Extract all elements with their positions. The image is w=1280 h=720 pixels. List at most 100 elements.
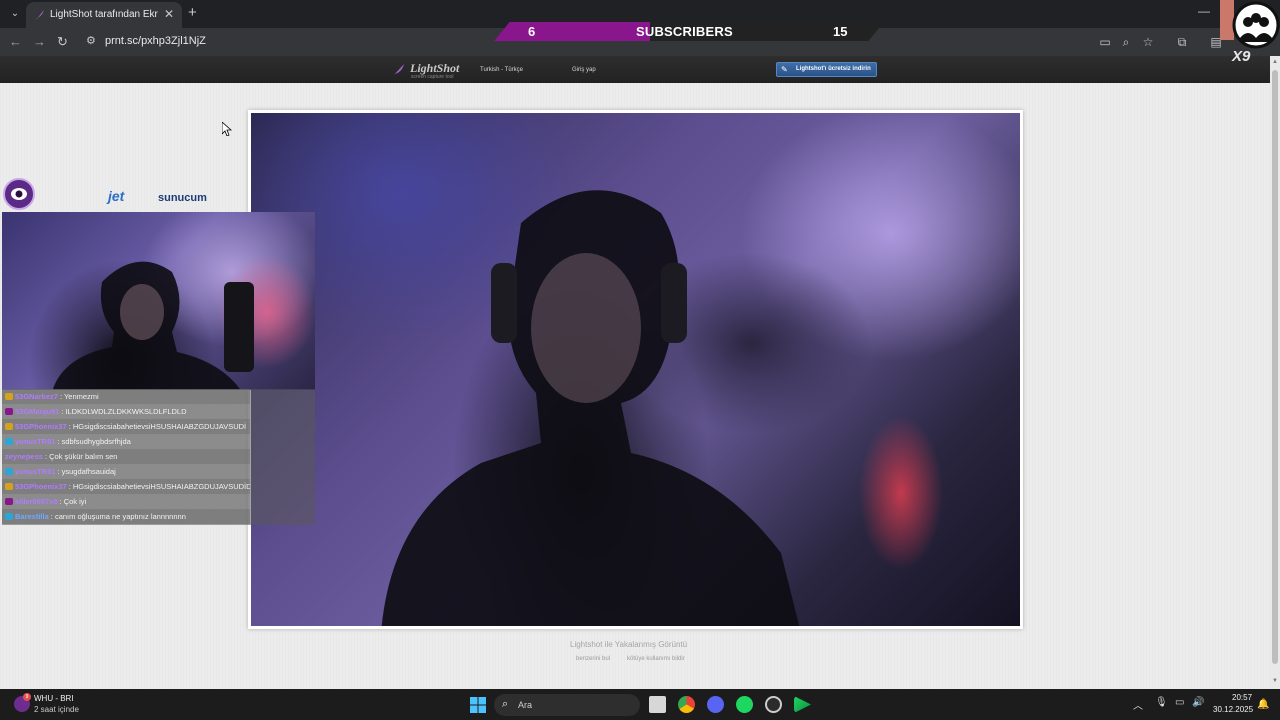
chat-message: 53GNarkez7: Yenmezmi	[2, 389, 250, 404]
chat-message: yunusTR61: ysugdafhsauidaj	[2, 464, 250, 479]
minimize-window-button[interactable]: —	[1198, 4, 1210, 18]
logo-subtitle: screen capture tool	[411, 74, 454, 80]
chat-message: killer0697x8: Çok iyi	[2, 494, 250, 509]
webcam-streamer-silhouette	[52, 261, 241, 390]
chat-badge-icon	[5, 438, 13, 445]
search-icon: ⌕	[502, 698, 509, 710]
chat-badge-icon	[5, 393, 13, 400]
windows-taskbar: 9 WHU - BRI 2 saat içinde ⌕ Ara ︿ 🎙 ▭ 🔊 …	[0, 689, 1280, 720]
chat-badge-icon	[5, 408, 13, 415]
microphone	[224, 282, 254, 372]
chat-badge-icon	[5, 483, 13, 490]
clock-date[interactable]: 30.12.2025	[1213, 705, 1253, 714]
chat-message: 53GPhoenix37: HGsigdiscsiabahetievsiHSUS…	[2, 419, 250, 434]
active-tab[interactable]: LightShot tarafından Ekran Görü ✕	[26, 2, 182, 28]
channel-eye-logo-icon	[3, 178, 35, 210]
login-link[interactable]: Giriş yap	[572, 67, 596, 73]
chat-badge-icon	[5, 468, 13, 475]
clock-time[interactable]: 20:57	[1232, 693, 1252, 702]
lightshot-header: LightShot screen capture tool Turkish - …	[0, 56, 1270, 83]
notification-bell-icon[interactable]: 🔔	[1257, 699, 1269, 710]
forward-arrow-icon[interactable]: →	[33, 34, 46, 50]
chat-text: : canım oğluşuma ne yaptınız lannnnnnn	[50, 512, 186, 521]
volume-icon[interactable]: 🔊	[1192, 697, 1204, 708]
avatar-tag: X9	[1232, 48, 1251, 65]
streamer-silhouette	[381, 190, 800, 626]
stream-chat: 53GNarkez7: Yenmezmi 53GManju91: ILDKDLWD…	[2, 389, 315, 525]
site-info-icon[interactable]: ⚙	[86, 34, 96, 47]
chat-username[interactable]: yunusTR61	[15, 467, 55, 476]
report-abuse-link[interactable]: kötüye kullanımı bildir	[627, 656, 685, 662]
cast-icon[interactable]: ▭	[1097, 34, 1113, 50]
scroll-thumb[interactable]	[1272, 70, 1278, 664]
lightshot-logo[interactable]: LightShot screen capture tool	[392, 61, 462, 81]
chat-username[interactable]: Barestilla	[15, 512, 49, 521]
chat-username[interactable]: killer0697x8	[15, 497, 58, 506]
chat-text: : sdbfsudhygbdsrfhjda	[57, 437, 131, 446]
screenshot-image[interactable]	[251, 113, 1020, 626]
chat-message: 53GManju91: ILDKDLWDLZLDKKWKSLDLFLDLD	[2, 404, 250, 419]
subscriber-goal: 15	[833, 24, 848, 39]
download-feather-icon: ✎	[781, 65, 788, 74]
chat-text: : HGsigdiscsiabahetievsiHSUSHAIABZGDUJAV…	[68, 482, 250, 491]
task-view-icon[interactable]	[649, 696, 666, 713]
chat-text: : HGsigdiscsiabahetievsiHSUSHAIABZGDUJAV…	[68, 422, 247, 431]
page-scrollbar[interactable]: ▲ ▼	[1270, 56, 1280, 689]
chat-badge-icon	[5, 498, 13, 505]
subscriber-progress-fill	[494, 22, 650, 41]
bookmark-star-icon[interactable]: ☆	[1140, 34, 1156, 50]
news-widget-subtitle: 2 saat içinde	[34, 705, 79, 714]
lightshot-feather-icon	[36, 10, 44, 20]
tray-overflow-icon[interactable]: ︿	[1133, 697, 1143, 712]
language-selector[interactable]: Turkish - Türkçe	[480, 67, 523, 73]
download-button[interactable]: ✎ Lightshot'ı ücretsiz indirin	[776, 62, 877, 77]
screenshot-caption: Lightshot ile Yakalanmış Görüntü	[570, 640, 688, 649]
mouse-cursor-icon	[222, 122, 232, 136]
chat-message: Barestilla: canım oğluşuma ne yaptınız l…	[2, 509, 250, 524]
chat-text: : Yenmezmi	[59, 392, 99, 401]
new-tab-button[interactable]: +	[188, 5, 197, 21]
subscriber-goal-bar: 6 SUBSCRIBERS 15	[494, 22, 884, 41]
find-similar-link[interactable]: benzerini bul	[576, 656, 610, 662]
chat-message: yunusTR61: sdbfsudhygbdsrfhjda	[2, 434, 250, 449]
zoom-icon[interactable]: ⌕	[1118, 34, 1134, 50]
chrome-icon[interactable]	[678, 696, 695, 713]
subscriber-count: 6	[528, 24, 536, 39]
chat-badge-icon	[5, 423, 13, 430]
subscriber-label: SUBSCRIBERS	[636, 24, 733, 39]
chat-text: : ysugdafhsauidaj	[57, 467, 116, 476]
chat-text: : Çok şükür balım sen	[44, 452, 118, 461]
close-tab-icon[interactable]: ✕	[164, 7, 174, 21]
scroll-down-icon[interactable]: ▼	[1272, 678, 1278, 684]
news-badge: 9	[23, 693, 31, 701]
chat-username[interactable]: 53GPhoenix37	[15, 482, 67, 491]
url-text[interactable]: prnt.sc/pxhp3Zjl1NjZ	[105, 35, 206, 47]
webcam-overlay	[2, 212, 315, 390]
windows-start-icon[interactable]	[470, 697, 486, 713]
news-widget-title[interactable]: WHU - BRI	[34, 694, 74, 703]
tab-search-button[interactable]: ⌄	[6, 5, 24, 23]
reload-icon[interactable]: ↻	[57, 34, 68, 50]
screenshot-frame	[248, 110, 1023, 629]
chat-username[interactable]: 53GNarkez7	[15, 392, 58, 401]
search-placeholder: Ara	[518, 700, 533, 710]
back-arrow-icon[interactable]: ←	[9, 34, 22, 50]
microphone-icon[interactable]: 🎙	[1155, 697, 1168, 708]
network-icon[interactable]: ▭	[1175, 697, 1184, 708]
tab-title: LightShot tarafından Ekran Görü	[50, 9, 158, 20]
discord-icon[interactable]	[707, 696, 724, 713]
extensions-icon[interactable]: ⧉	[1174, 34, 1190, 50]
taskbar-search[interactable]: ⌕ Ara	[494, 694, 640, 716]
chat-message: 53GPhoenix37: HGsigdiscsiabahetievsiHSUS…	[2, 479, 250, 494]
arrow-app-icon[interactable]	[794, 696, 811, 713]
obs-icon[interactable]	[765, 696, 782, 713]
chat-username[interactable]: 53GManju91	[15, 407, 59, 416]
spotify-icon[interactable]	[736, 696, 753, 713]
chat-username[interactable]: zeynepess	[5, 452, 43, 461]
chat-text: : ILDKDLWDLZLDKKWKSLDLFLDLD	[61, 407, 187, 416]
chat-username[interactable]: 53GPhoenix37	[15, 422, 67, 431]
chat-text: : Çok iyi	[59, 497, 87, 506]
sponsor-logo-sunucum: sunucum	[158, 192, 207, 204]
download-button-label: Lightshot'ı ücretsiz indirin	[796, 66, 871, 72]
chat-username[interactable]: yunusTR61	[15, 437, 55, 446]
